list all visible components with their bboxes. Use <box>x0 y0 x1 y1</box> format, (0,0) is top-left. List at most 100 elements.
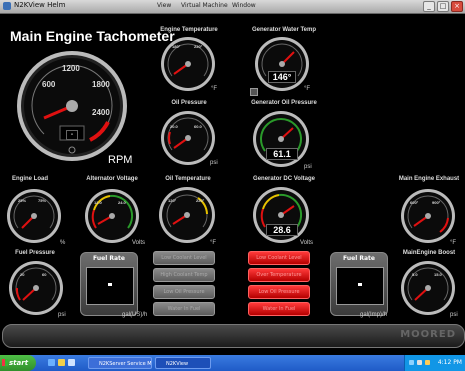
oil-temperature-gauge <box>159 187 215 243</box>
window-controls: _ □ × <box>423 1 463 12</box>
tray-clock: 4:12 PM <box>437 359 462 366</box>
alarm-low-oil-pressure-right[interactable]: Low Oil Pressure <box>248 285 310 299</box>
engine-temp-title: Engine Temperature <box>160 27 218 33</box>
alternator-voltage-unit: Volts <box>132 240 146 246</box>
fuel-rate-right-screen <box>336 267 384 305</box>
start-label: start <box>9 359 29 367</box>
oil-pressure-unit: psi <box>210 160 218 166</box>
engine-temp-tick-low: 180° <box>172 44 181 49</box>
tach-tick-600: 600 <box>42 80 56 89</box>
tray-volume-icon[interactable] <box>417 360 422 365</box>
engine-load-unit: % <box>60 240 66 246</box>
alt-voltage-tick-24: 24.0 <box>118 200 126 205</box>
engine-load-tick-75: 75% <box>38 198 47 203</box>
tach-tick-2400: 2400 <box>92 108 110 117</box>
engine-temp-gauge <box>161 37 215 91</box>
alarm-water-in-fuel-left[interactable]: Water In Fuel <box>153 302 215 316</box>
fuel-rate-right-title: Fuel Rate <box>343 255 375 262</box>
system-tray: 4:12 PM <box>404 355 465 371</box>
fuel-rate-left-title: Fuel Rate <box>93 255 125 262</box>
taskbar-window-n2kview[interactable]: N2KView <box>155 357 211 369</box>
windows-logo-icon <box>2 359 8 366</box>
tach-readout: - <box>66 130 78 140</box>
quicklaunch-ie-icon[interactable] <box>48 359 55 366</box>
quicklaunch-desktop-icon[interactable] <box>68 359 75 366</box>
alternator-voltage-title: Alternator Voltage <box>86 176 138 182</box>
gen-dc-voltage-readout: 28.6 <box>266 224 298 236</box>
main-exhaust-unit: °F <box>450 240 457 246</box>
fuel-rate-left-unit: gal(US)/h <box>122 312 148 318</box>
alternator-voltage-gauge <box>85 189 139 243</box>
main-exhaust-title: Main Engine Exhaust <box>398 176 460 182</box>
alarm-over-temperature-right[interactable]: Over Temperature <box>248 268 310 282</box>
alarm-high-coolant-temp-left[interactable]: High Coolant Temp <box>153 268 215 282</box>
gen-dc-voltage-title: Generator DC Voltage <box>253 176 315 182</box>
fuel-pressure-tick-60: 60 <box>42 272 47 277</box>
oil-pressure-tick-60: 60.0 <box>194 124 202 129</box>
maximize-button[interactable]: □ <box>437 1 449 12</box>
engine-load-title: Engine Load <box>12 176 48 182</box>
fuel-rate-right-panel: Fuel Rate <box>330 252 388 316</box>
engine-temp-unit: °F <box>211 86 218 92</box>
fuel-pressure-tick-20: 20 <box>20 272 25 277</box>
alarm-low-oil-pressure-left[interactable]: Low Oil Pressure <box>153 285 215 299</box>
quicklaunch-folder-icon[interactable] <box>58 359 65 366</box>
fuel-rate-right-unit: gal(Imp)/h <box>360 312 388 318</box>
tach-tick-1200: 1200 <box>62 64 80 73</box>
tachometer-title: Main Engine Tachometer <box>10 28 175 44</box>
main-exhaust-gauge <box>401 189 455 243</box>
gen-water-temp-title: Generator Water Temp <box>251 27 316 33</box>
alarm-low-coolant-level-right[interactable]: Low Coolant Level <box>248 251 310 265</box>
gen-water-temp-gauge <box>255 37 309 91</box>
status-bar-moored: MOORED <box>2 324 465 348</box>
fuel-rate-left-value <box>108 283 112 286</box>
gen-dc-voltage-unit: Volts <box>300 240 314 246</box>
alarm-low-coolant-level-left[interactable]: Low Coolant Level <box>153 251 215 265</box>
window-title: N2KView Helm <box>14 1 66 9</box>
boost-tick-5: 5.0 <box>412 272 418 277</box>
main-boost-unit: psi <box>450 312 458 318</box>
gen-oil-pressure-title: Generator Oil Pressure <box>251 100 317 106</box>
main-boost-gauge <box>401 261 455 315</box>
gen-water-temp-unit: °F <box>304 86 311 92</box>
tachometer-unit: RPM <box>108 154 133 166</box>
menu-view[interactable]: View <box>157 2 171 9</box>
engine-load-tick-25: 25% <box>18 198 27 203</box>
oil-pressure-gauge <box>161 111 215 165</box>
gen-water-temp-readout: 146° <box>268 71 296 83</box>
tach-tick-1800: 1800 <box>92 80 110 89</box>
minimize-button[interactable]: _ <box>423 1 435 12</box>
fuel-rate-left-screen <box>86 267 134 305</box>
exhaust-tick-900: 900° <box>432 200 441 205</box>
windows-taskbar: start N2KServer Service M... N2KView 4:1… <box>0 355 465 371</box>
taskbar-window-n2kserver[interactable]: N2KServer Service M... <box>88 357 152 369</box>
window-title-bar: N2KView Helm View Virtual Machine Window… <box>0 0 465 14</box>
start-button[interactable]: start <box>0 355 36 371</box>
fuel-rate-left-panel: Fuel Rate <box>80 252 138 316</box>
oil-temperature-title: Oil Temperature <box>165 176 211 182</box>
engine-temp-tick-high: 220° <box>194 44 203 49</box>
tray-network-icon[interactable] <box>409 360 414 365</box>
oil-temp-tick-220: 220° <box>196 198 205 203</box>
gen-oil-pressure-readout: 61.1 <box>266 148 298 160</box>
oil-pressure-tick-20: 20.0 <box>170 124 178 129</box>
gen-water-temp-alarm-indicator <box>250 88 258 96</box>
alt-voltage-tick-12: 12.0 <box>94 200 102 205</box>
fuel-pressure-unit: psi <box>58 312 66 318</box>
menu-window[interactable]: Window <box>232 2 256 9</box>
tray-alert-icon[interactable] <box>425 360 430 365</box>
oil-pressure-title: Oil Pressure <box>171 100 207 106</box>
engine-load-gauge <box>7 189 61 243</box>
fuel-pressure-title: Fuel Pressure <box>15 250 55 256</box>
alarm-water-in-fuel-right[interactable]: Water In Fuel <box>248 302 310 316</box>
status-label: MOORED <box>400 329 456 340</box>
exhaust-tick-600: 600° <box>410 200 419 205</box>
menu-virtual-machine[interactable]: Virtual Machine <box>181 2 228 9</box>
app-icon <box>3 2 11 10</box>
close-button[interactable]: × <box>451 1 463 12</box>
oil-temperature-unit: °F <box>210 240 217 246</box>
oil-temp-tick-120: 120° <box>168 198 177 203</box>
gen-oil-pressure-unit: psi <box>304 164 312 170</box>
fuel-rate-right-value <box>358 283 362 286</box>
boost-tick-15: 15.0 <box>434 272 442 277</box>
